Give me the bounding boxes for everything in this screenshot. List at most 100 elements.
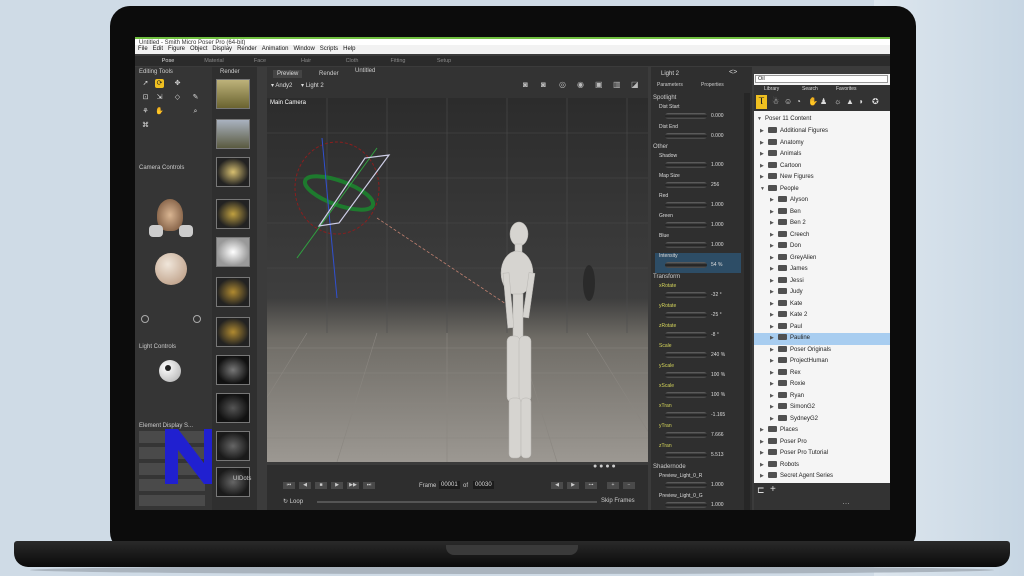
library-item[interactable]: ▶ Ryan: [754, 391, 890, 403]
library-item[interactable]: ▶ Kate 2: [754, 310, 890, 322]
render-thumb-6[interactable]: [216, 277, 250, 307]
xrotate-dial[interactable]: xRotate -32 °: [655, 283, 741, 303]
menu-scripts[interactable]: Scripts: [320, 45, 338, 54]
render-thumb-7[interactable]: [216, 317, 250, 347]
viewport-dots[interactable]: ● ● ● ●: [593, 463, 616, 470]
library-item[interactable]: ▶ Poser Pro Tutorial: [754, 448, 890, 460]
view-icon-4[interactable]: ▥: [613, 80, 621, 89]
more-icon[interactable]: …: [842, 497, 850, 506]
color-tool-icon[interactable]: ✎: [191, 93, 200, 102]
dist-end-dial[interactable]: Dist End 0.000: [655, 124, 741, 144]
xscale-dial[interactable]: xScale 100 %: [655, 383, 741, 403]
render-thumb-4[interactable]: [216, 199, 250, 229]
tab-pose[interactable]: Pose: [145, 56, 191, 66]
poses-category-icon[interactable]: ☃: [772, 97, 779, 106]
menu-object[interactable]: Object: [190, 45, 207, 54]
current-frame-field[interactable]: 00001: [439, 481, 460, 489]
library-item[interactable]: ▶ Creech: [754, 230, 890, 242]
library-item[interactable]: ▶ Secret Agent Series: [754, 471, 890, 483]
menu-display[interactable]: Display: [212, 45, 232, 54]
dial-track[interactable]: [665, 242, 707, 248]
hands-category-icon[interactable]: ✋: [808, 97, 818, 106]
dial-track[interactable]: [665, 182, 707, 188]
dial-track[interactable]: [665, 372, 707, 378]
remove-key-button[interactable]: −: [623, 482, 635, 489]
library-item[interactable]: ▶ Poser Originals: [754, 345, 890, 357]
camera-hand-left-icon[interactable]: [149, 225, 163, 237]
library-item[interactable]: ▶ SimonG2: [754, 402, 890, 414]
skip-frames-label[interactable]: Skip Frames: [601, 498, 635, 504]
intensity-dial[interactable]: Intensity 54 %: [655, 253, 741, 273]
dial-track[interactable]: [665, 222, 707, 228]
library-item[interactable]: ▶ Robots: [754, 460, 890, 472]
expand-icon[interactable]: ▶: [770, 414, 778, 426]
library-item[interactable]: ▶ GreyAlien: [754, 253, 890, 265]
expand-icon[interactable]: ▶: [770, 402, 778, 414]
blue-dial[interactable]: Blue 1.000: [655, 233, 741, 253]
expand-icon[interactable]: ▶: [760, 172, 768, 184]
library-item[interactable]: ▶ New Figures: [754, 172, 890, 184]
figures-category-icon[interactable]: Ⲧ: [756, 95, 767, 109]
tab-cloth[interactable]: Cloth: [329, 56, 375, 66]
render-thumb-5[interactable]: [216, 237, 250, 267]
shader-dial-2[interactable]: Preview_Light_0_G 1.000: [655, 493, 741, 510]
rotate-tool-icon[interactable]: ⟳: [155, 79, 164, 88]
grab-tool-icon[interactable]: ✋: [155, 107, 164, 116]
menu-file[interactable]: File: [138, 45, 148, 54]
library-search-field[interactable]: Oil: [755, 75, 888, 83]
expand-icon[interactable]: ▶: [760, 149, 768, 161]
library-item[interactable]: ▶ Roxie: [754, 379, 890, 391]
expand-icon[interactable]: ▶: [760, 460, 768, 472]
map-size-dial[interactable]: Map Size 256: [655, 173, 741, 193]
green-dial[interactable]: Green 1.000: [655, 213, 741, 233]
library-item[interactable]: ▶ Ben: [754, 207, 890, 219]
expand-icon[interactable]: ▶: [770, 391, 778, 403]
render-tab[interactable]: Render: [212, 67, 257, 77]
dial-track[interactable]: [665, 352, 707, 358]
expand-icon[interactable]: ▶: [770, 230, 778, 242]
red-dial[interactable]: Red 1.000: [655, 193, 741, 213]
tab-fitting[interactable]: Fitting: [375, 56, 421, 66]
total-frames-field[interactable]: 00030: [473, 481, 494, 489]
collapse-icon[interactable]: ▼: [757, 114, 765, 126]
tab-material[interactable]: Material: [191, 56, 237, 66]
library-item[interactable]: ▶ Rex: [754, 368, 890, 380]
library-item[interactable]: ▶ Cartoon: [754, 161, 890, 173]
next-keyframe-button[interactable]: ▶: [567, 482, 579, 489]
first-frame-button[interactable]: ⏮: [283, 482, 295, 489]
library-item-selected[interactable]: ▶ Pauline: [754, 333, 890, 345]
view-icon-5[interactable]: ◪: [631, 80, 639, 89]
expand-icon[interactable]: ▶: [770, 276, 778, 288]
library-item[interactable]: ▶ Don: [754, 241, 890, 253]
library-item[interactable]: ▶ Animals: [754, 149, 890, 161]
expand-icon[interactable]: ▶: [770, 310, 778, 322]
expand-icon[interactable]: ▶: [760, 448, 768, 460]
expand-icon[interactable]: ▶: [760, 161, 768, 173]
materials-category-icon[interactable]: ◑: [858, 97, 863, 106]
dial-track[interactable]: [665, 113, 707, 119]
other-section[interactable]: Other: [653, 144, 668, 150]
camera-icon[interactable]: ◙: [523, 80, 528, 89]
scale-dial[interactable]: Scale 240 %: [655, 343, 741, 363]
taper-tool-icon[interactable]: ◇: [173, 93, 182, 102]
library-item[interactable]: ▶ Additional Figures: [754, 126, 890, 138]
tab-properties[interactable]: Properties: [701, 82, 724, 88]
menu-window[interactable]: Window: [293, 45, 314, 54]
expand-icon[interactable]: ▶: [770, 241, 778, 253]
library-item[interactable]: ▶ Anatomy: [754, 138, 890, 150]
yscale-dial[interactable]: yScale 100 %: [655, 363, 741, 383]
dial-track[interactable]: [665, 412, 707, 418]
expand-icon[interactable]: ▶: [770, 379, 778, 391]
camera-trackball-icon[interactable]: [155, 253, 187, 285]
collapse-icon[interactable]: ▼: [760, 184, 768, 196]
expand-icon[interactable]: ▶: [770, 368, 778, 380]
shader-dial-1[interactable]: Preview_Light_0_R 1.000: [655, 473, 741, 493]
camera-icon-2[interactable]: ◙: [541, 80, 546, 89]
last-frame-button[interactable]: ⏭: [363, 482, 375, 489]
dial-track[interactable]: [665, 452, 707, 458]
figure-select[interactable]: ▾ Andy2: [271, 82, 292, 89]
expand-arrows-icon[interactable]: <>: [729, 69, 737, 76]
render-thumb-11[interactable]: [216, 467, 250, 497]
library-tab[interactable]: Library: [764, 86, 779, 92]
zoom-tool-icon[interactable]: ⌕: [191, 107, 200, 116]
